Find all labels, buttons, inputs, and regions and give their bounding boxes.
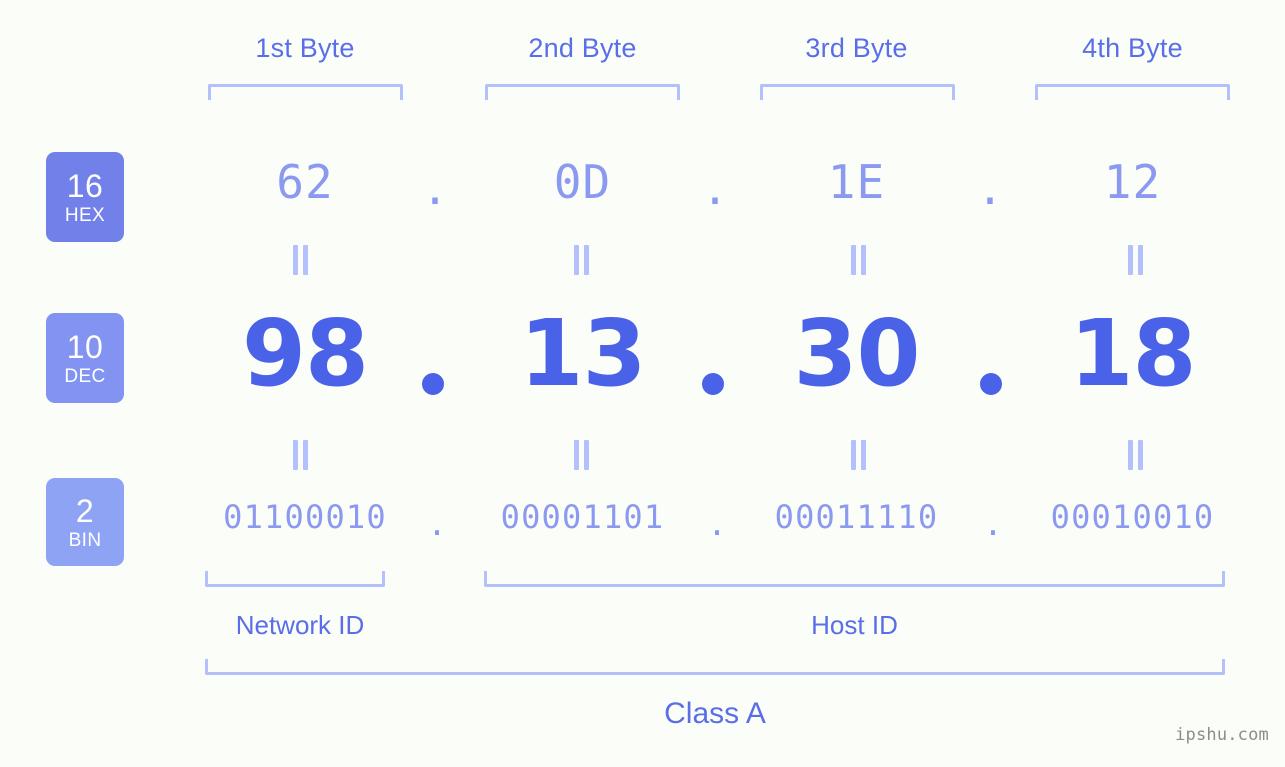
hex-octet-1: 62 <box>276 155 334 209</box>
base-badge-hex-number: 16 <box>66 167 104 204</box>
equals-connector-hex-dec-1 <box>289 245 311 275</box>
bin-octet-3: 00011110 <box>774 498 939 536</box>
network-id-label: Network ID <box>235 610 365 640</box>
bin-separator-3: . <box>983 505 1003 543</box>
hex-octet-2: 0D <box>553 155 612 209</box>
hex-separator-2: . <box>701 164 729 215</box>
dec-separator-2 <box>702 373 724 395</box>
host-id-bracket <box>484 571 1225 587</box>
byte-header-2: 2nd Byte <box>528 33 637 63</box>
bin-octet-4: 00010010 <box>1050 498 1215 536</box>
class-bracket <box>205 659 1225 675</box>
dec-octet-1: 98 <box>241 300 369 407</box>
hex-octet-4: 12 <box>1103 155 1162 209</box>
byte-header-1: 1st Byte <box>255 33 355 63</box>
hex-separator-1: . <box>421 164 449 215</box>
dec-separator-3 <box>980 373 1002 395</box>
bin-octet-1: 01100010 <box>223 498 387 536</box>
equals-connector-hex-dec-4 <box>1124 245 1146 275</box>
byte-header-4: 4th Byte <box>1082 33 1183 63</box>
byte-bracket-3 <box>760 84 955 100</box>
byte-bracket-1 <box>208 84 403 100</box>
equals-connector-dec-bin-2 <box>570 440 592 470</box>
byte-bracket-4 <box>1035 84 1230 100</box>
dec-separator-1 <box>422 373 444 395</box>
base-badge-hex: 16 HEX <box>46 152 124 242</box>
hex-octet-3: 1E <box>827 155 886 209</box>
base-badge-dec-abbr: DEC <box>64 365 106 387</box>
hex-separator-3: . <box>976 164 1004 215</box>
byte-header-3: 3rd Byte <box>805 33 908 63</box>
bin-separator-1: . <box>427 505 447 543</box>
base-badge-dec-number: 10 <box>66 328 104 365</box>
dec-octet-3: 30 <box>793 300 920 407</box>
equals-connector-hex-dec-3 <box>847 245 869 275</box>
class-label: Class A <box>664 697 766 730</box>
dec-octet-4: 18 <box>1069 300 1196 407</box>
base-badge-dec: 10 DEC <box>46 313 124 403</box>
bin-separator-2: . <box>707 505 727 543</box>
ip-address-breakdown-diagram: 1st Byte 2nd Byte 3rd Byte 4th Byte 16 H… <box>0 0 1285 767</box>
bin-octet-2: 00001101 <box>500 498 665 536</box>
equals-connector-dec-bin-1 <box>289 440 311 470</box>
base-badge-hex-abbr: HEX <box>64 204 106 226</box>
base-badge-bin: 2 BIN <box>46 478 124 566</box>
equals-connector-hex-dec-2 <box>570 245 592 275</box>
base-badge-bin-number: 2 <box>75 492 95 529</box>
host-id-label: Host ID <box>811 610 898 640</box>
equals-connector-dec-bin-4 <box>1124 440 1146 470</box>
network-id-bracket <box>205 571 385 587</box>
base-badge-bin-abbr: BIN <box>68 529 102 551</box>
equals-connector-dec-bin-3 <box>847 440 869 470</box>
watermark: ipshu.com <box>1175 725 1269 745</box>
dec-octet-2: 13 <box>519 300 646 407</box>
byte-bracket-2 <box>485 84 680 100</box>
